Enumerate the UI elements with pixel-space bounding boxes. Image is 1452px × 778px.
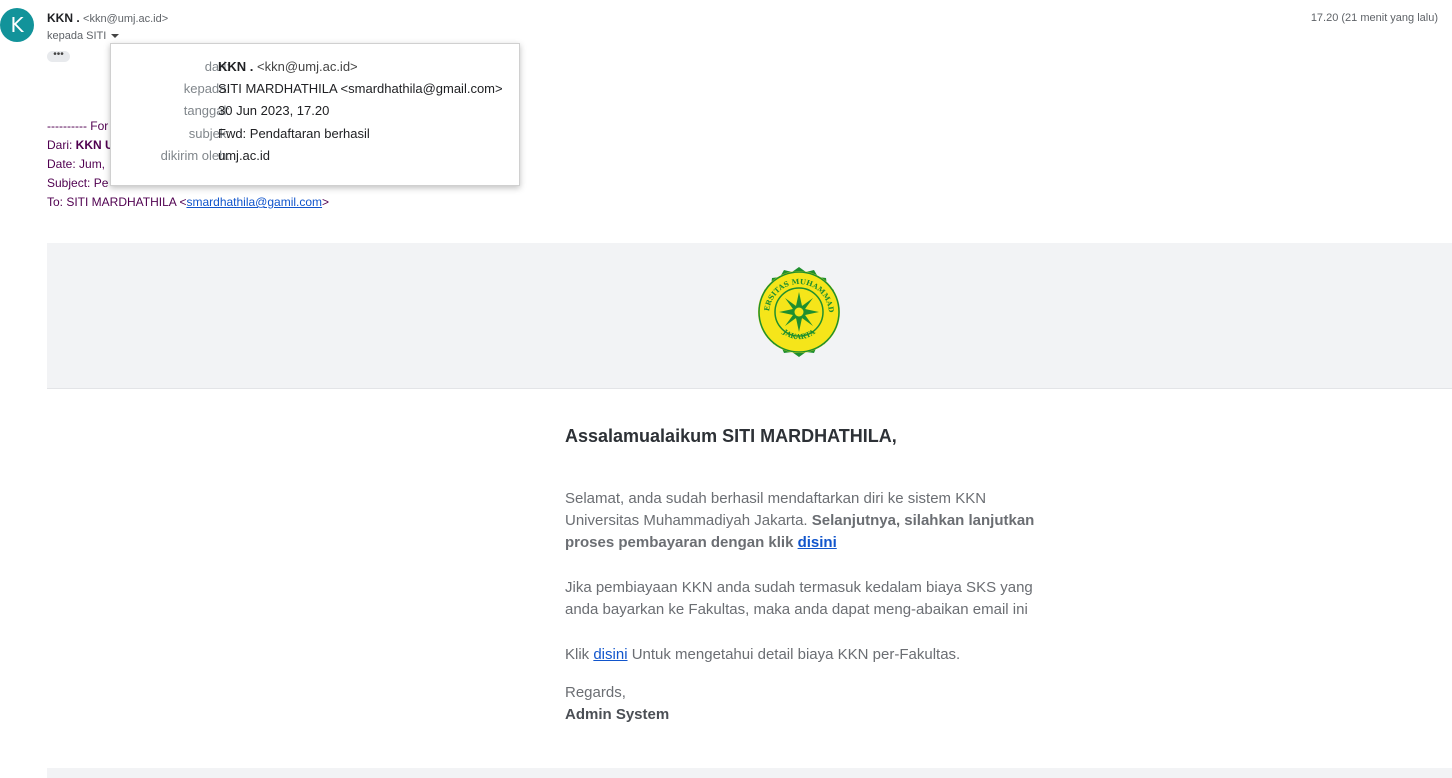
popup-to-value: SITI MARDHATHILA <smardhathila@gmail.com…: [218, 81, 503, 96]
popup-from-value: KKN . <kkn@umj.ac.id>: [218, 59, 358, 74]
popup-from-email: <kkn@umj.ac.id>: [257, 59, 358, 74]
fee-detail-paragraph: Klik disini Untuk mengetahui detail biay…: [565, 644, 1045, 666]
popup-date-value: 30 Jun 2023, 17.20: [218, 103, 330, 118]
message-details-popup: dari: KKN . <kkn@umj.ac.id> kepada: SITI…: [110, 43, 520, 186]
email-footer-strip: [47, 768, 1452, 778]
sks-note-paragraph: Jika pembiayaan KKN anda sudah termasuk …: [565, 579, 1033, 618]
sender-line: KKN . <kkn@umj.ac.id>: [47, 11, 168, 25]
registration-paragraph: Selamat, anda sudah berhasil mendaftarka…: [565, 488, 1045, 554]
fee-detail-link[interactable]: disini: [593, 646, 627, 663]
popup-row-mailedby: dikirim oleh: umj.ac.id: [111, 148, 519, 168]
popup-row-from: dari: KKN . <kkn@umj.ac.id>: [111, 59, 519, 79]
forward-to-email-link[interactable]: smardhathila@gamil.com: [186, 195, 322, 209]
fee-detail-prefix: Klik: [565, 646, 594, 663]
forward-to-label: To: SITI MARDHATHILA <: [47, 195, 187, 209]
sender-email: <kkn@umj.ac.id>: [83, 13, 169, 25]
chevron-down-icon[interactable]: [111, 34, 120, 39]
forward-from-name: KKN U: [75, 138, 114, 152]
umj-logo: UNIVERSITAS MUHAMMADIYAH JAKARTA: [751, 266, 840, 357]
popup-row-subject: subjek: Fwd: Pendaftaran berhasil: [111, 126, 519, 146]
popup-mailedby-value: umj.ac.id: [218, 148, 271, 163]
sender-avatar[interactable]: K: [0, 8, 34, 42]
sender-name[interactable]: KKN .: [47, 11, 80, 25]
forward-to: To: SITI MARDHATHILA <smardhathila@gamil…: [47, 193, 329, 212]
email-timestamp: 17.20 (21 menit yang lalu): [1310, 12, 1438, 24]
show-trimmed-content-button[interactable]: •••: [47, 50, 70, 62]
forward-to-suffix: >: [322, 195, 330, 209]
forward-from-label: Dari:: [47, 138, 76, 152]
fee-detail-suffix: Untuk mengetahui detail biaya KKN per-Fa…: [627, 646, 961, 663]
popup-row-date: tanggal: 30 Jun 2023, 17.20: [111, 103, 519, 123]
greeting-heading: Assalamualaikum SITI MARDHATHILA,: [565, 426, 897, 446]
popup-subject-value: Fwd: Pendaftaran berhasil: [218, 126, 370, 141]
email-body: Assalamualaikum SITI MARDHATHILA, Selama…: [565, 424, 1045, 726]
email-banner: UNIVERSITAS MUHAMMADIYAH JAKARTA: [47, 243, 1452, 389]
payment-link[interactable]: disini: [798, 534, 837, 551]
popup-from-name: KKN .: [218, 59, 254, 74]
regards-text: Regards,: [565, 684, 626, 701]
recipient-details-toggle[interactable]: kepada SITI: [47, 30, 120, 42]
recipient-label: kepada SITI: [47, 30, 107, 42]
popup-row-to: kepada: SITI MARDHATHILA <smardhathila@g…: [111, 81, 519, 101]
signature: Admin System: [565, 706, 670, 723]
